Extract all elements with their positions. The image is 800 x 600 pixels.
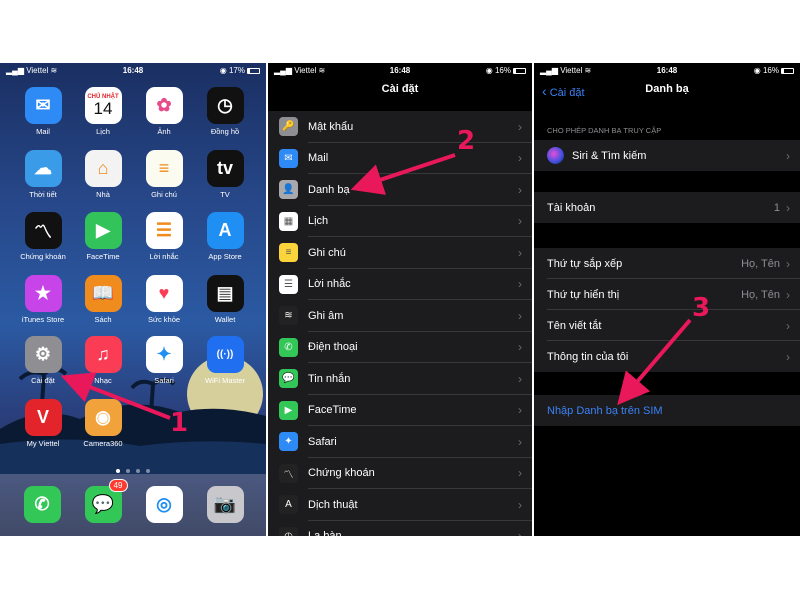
annotation-arrows	[60, 153, 692, 420]
arrow-1	[60, 372, 171, 420]
arrow-2	[350, 153, 456, 195]
arrow-3	[617, 318, 692, 406]
step-number-1: 1	[170, 408, 189, 438]
step-number-3: 3	[692, 293, 711, 323]
step-number-2: 2	[457, 126, 476, 156]
tutorial-collage: ▂▄▆ Viettel ≋ 16:48 ◉ 17% ✉ Mail CHỦ NHẬT 1…	[0, 0, 800, 600]
